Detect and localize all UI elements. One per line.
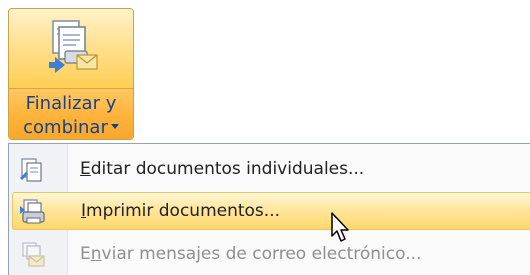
menu-item-enviar-mensajes[interactable]: Enviar mensajes de correo electrónico... (12, 236, 530, 274)
send-email-icon (22, 242, 45, 267)
finalizar-combinar-menu: Editar documentos individuales... Imprim… (8, 143, 530, 275)
edit-documents-icon (20, 158, 42, 182)
menu-item-label: Enviar mensajes de correo electrónico... (80, 244, 422, 264)
merge-documents-icon (49, 20, 98, 73)
menu-item-label: Editar documentos individuales... (80, 159, 365, 179)
menu-item-editar-documentos[interactable]: Editar documentos individuales... (12, 151, 530, 189)
finalizar-combinar-button[interactable]: Finalizar y combinar (8, 8, 134, 140)
ribbon-label-line2: combinar (9, 117, 133, 138)
print-documents-icon (20, 199, 45, 224)
ribbon-label-line1: Finalizar y (25, 93, 117, 114)
menu-item-imprimir-documentos[interactable]: Imprimir documentos... (12, 192, 530, 230)
menu-item-label: Imprimir documentos... (81, 201, 280, 221)
screen: Finalizar y combinar Editar documentos i… (0, 0, 530, 275)
mouse-pointer-icon (331, 212, 349, 242)
ribbon-button-top[interactable] (9, 9, 133, 88)
chevron-down-icon (110, 123, 119, 129)
